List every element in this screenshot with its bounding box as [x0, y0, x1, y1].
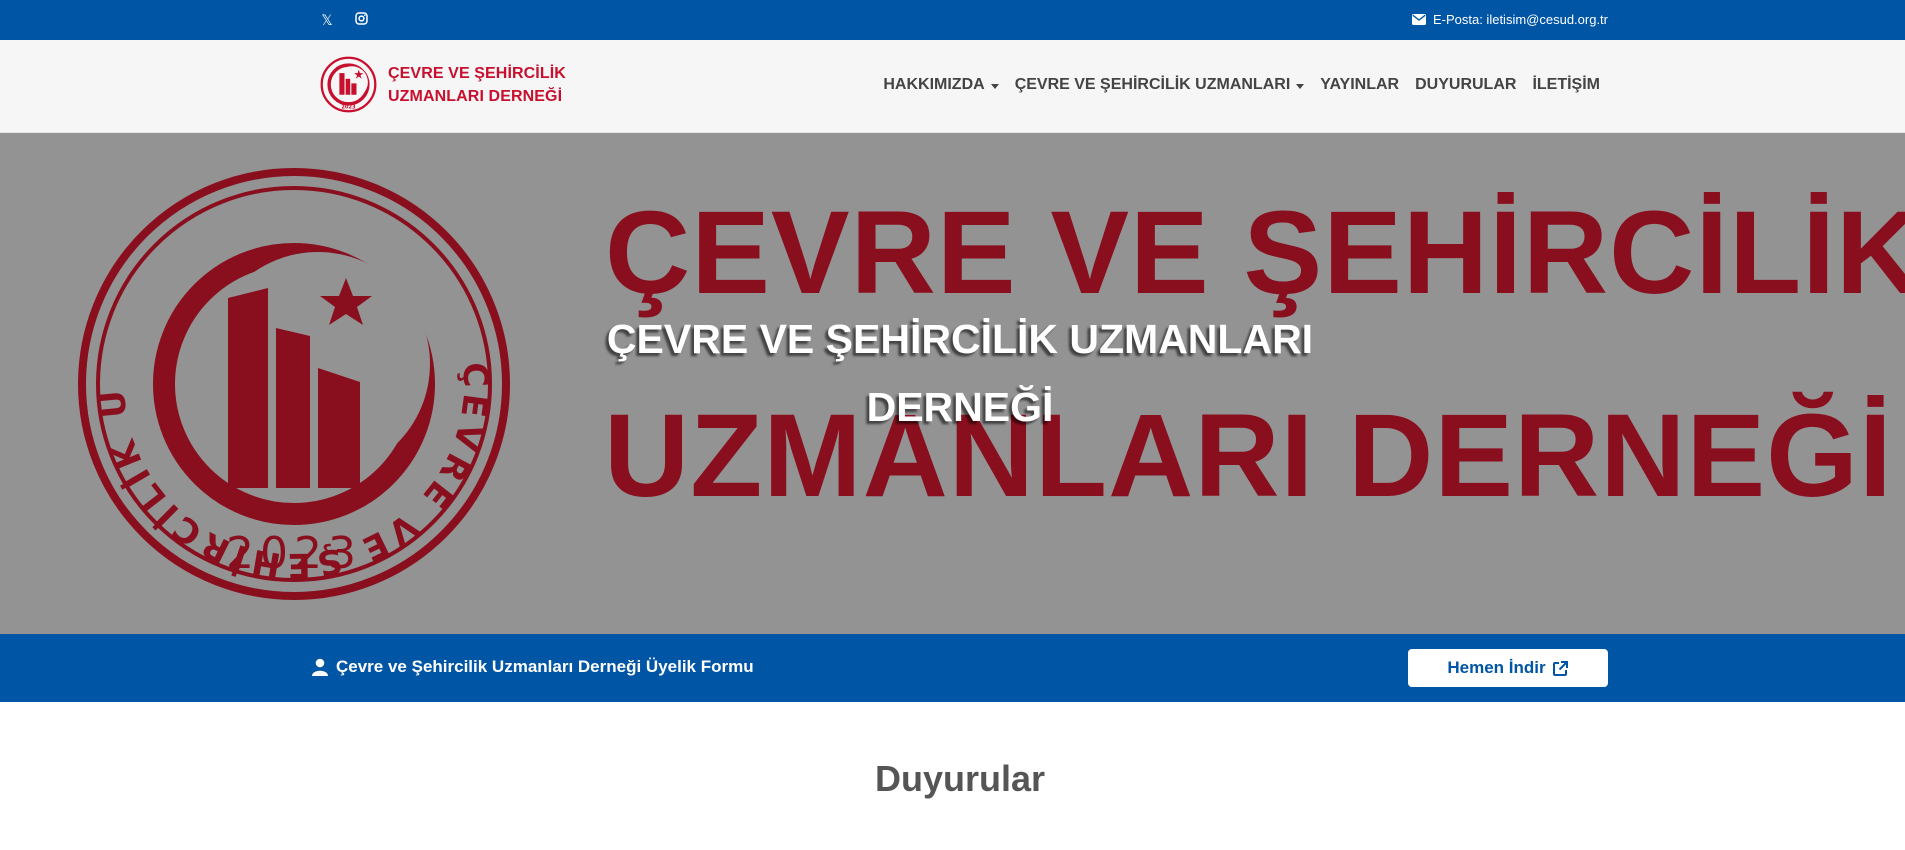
association-seal-logo: 2023 [320, 56, 377, 113]
download-now-button[interactable]: Hemen İndir [1408, 649, 1608, 687]
association-seal-emblem: ÇEVRE VE ŞEHİRCİLİK UZMANLARI DERNEĞİ 20… [78, 168, 510, 600]
hero-banner: ÇEVRE VE ŞEHİRCİLİK UZMANLARI DERNEĞİ 20… [0, 133, 1905, 634]
instagram-icon[interactable] [352, 11, 370, 29]
brand-logo-link[interactable]: 2023 ÇEVRE VE ŞEHİRCİLİK UZMANLARI DERNE… [320, 56, 566, 113]
site-header: 2023 ÇEVRE VE ŞEHİRCİLİK UZMANLARI DERNE… [0, 40, 1905, 133]
hero-title-line1: ÇEVRE VE ŞEHİRCİLİK UZMANLARI [606, 316, 1314, 362]
user-icon [312, 658, 328, 676]
announcements-heading: Duyurular [874, 758, 1046, 799]
nav-yayinlar-label: YAYINLAR [1320, 76, 1400, 93]
hero-title: ÇEVRE VE ŞEHİRCİLİK UZMANLARI DERNEĞİ [540, 305, 1380, 441]
nav-cevre-sehircilik-uzmanlari[interactable]: ÇEVRE VE ŞEHİRCİLİK UZMANLARI [1015, 76, 1305, 94]
svg-text:2023: 2023 [226, 528, 362, 579]
main-navigation: HAKKIMIZDA ÇEVRE VE ŞEHİRCİLİK UZMANLARI… [883, 76, 1600, 94]
download-now-label: Hemen İndir [1447, 658, 1546, 677]
external-link-icon [1552, 660, 1568, 676]
nav-hakkimizda-label: HAKKIMIZDA [883, 76, 985, 93]
top-bar: 𝕏 E-Posta: iletisim@cesud.org.tr [0, 0, 1905, 40]
nav-uzmanlar-label: ÇEVRE VE ŞEHİRCİLİK UZMANLARI [1014, 76, 1291, 93]
social-links: 𝕏 [318, 11, 370, 29]
x-twitter-icon[interactable]: 𝕏 [318, 11, 336, 29]
nav-iletisim[interactable]: İLETİŞİM [1532, 76, 1600, 94]
chevron-down-icon [1296, 83, 1305, 89]
membership-form-text: Çevre ve Şehircilik Uzmanları Derneği Üy… [336, 657, 754, 676]
email-text: E-Posta: iletisim@cesud.org.tr [1432, 12, 1608, 27]
brand-name-line1: ÇEVRE VE ŞEHİRCİLİK [388, 64, 566, 82]
membership-form-bar: Çevre ve Şehircilik Uzmanları Derneği Üy… [0, 634, 1905, 702]
contact-email[interactable]: E-Posta: iletisim@cesud.org.tr [1411, 12, 1608, 27]
nav-iletisim-label: İLETİŞİM [1532, 76, 1600, 93]
nav-yayinlar[interactable]: YAYINLAR [1320, 76, 1399, 94]
envelope-icon [1411, 14, 1426, 25]
membership-form-label: Çevre ve Şehircilik Uzmanları Derneği Üy… [312, 657, 754, 677]
hero-title-line2: DERNEĞİ [866, 384, 1054, 430]
svg-text:2023: 2023 [341, 104, 356, 110]
nav-duyurular[interactable]: DUYURULAR [1415, 76, 1516, 94]
nav-hakkimizda[interactable]: HAKKIMIZDA [883, 76, 999, 94]
chevron-down-icon [990, 83, 999, 89]
brand-name-line2: UZMANLARI DERNEĞİ [388, 87, 563, 105]
banner-text-line1: ÇEVRE VE ŞEHİRCİLİK [605, 187, 1905, 319]
nav-duyurular-label: DUYURULAR [1415, 76, 1517, 93]
